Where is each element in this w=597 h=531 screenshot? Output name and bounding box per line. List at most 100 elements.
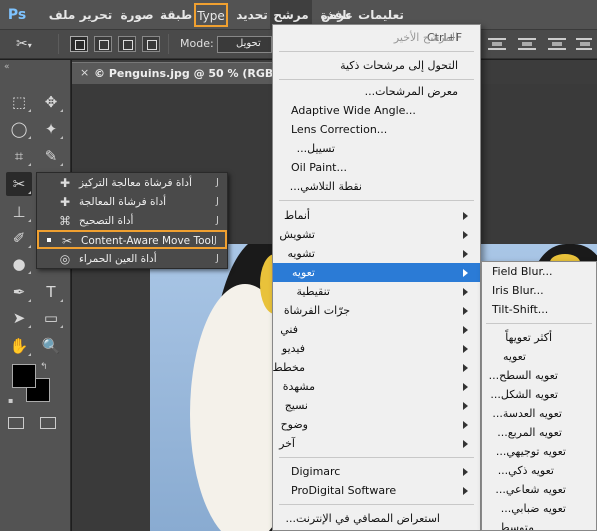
- submenu-arrow-icon: [463, 468, 468, 476]
- clone-stamp-tool-icon[interactable]: ⊥: [6, 200, 32, 224]
- filter-noise[interactable]: تشويش: [273, 225, 480, 244]
- spot-healing-brush-icon: ✚: [59, 176, 71, 190]
- filter-stylize[interactable]: مشهدة: [273, 377, 480, 396]
- filter-gallery[interactable]: معرض المرشحات...: [273, 82, 480, 101]
- filter-adaptive-wide-angle[interactable]: Adaptive Wide Angle...: [273, 101, 480, 120]
- filter-artistic[interactable]: فني: [273, 320, 480, 339]
- selected-bullet-icon: [47, 238, 51, 242]
- submenu-arrow-icon: [463, 212, 468, 220]
- document-title: © Penguins.jpg @ 50 % (RGB/8#): [94, 67, 300, 80]
- add-to-selection-icon[interactable]: [94, 36, 112, 52]
- menu-file[interactable]: ملف: [48, 0, 76, 30]
- filter-convert-smart[interactable]: التحول إلى مرشحات ذكية: [273, 56, 480, 75]
- blur-lens[interactable]: تعويه العدسة...: [482, 404, 596, 423]
- blur-field[interactable]: Field Blur...: [482, 262, 596, 281]
- move-tool-icon[interactable]: ✥: [38, 90, 64, 114]
- screen-mode-icon[interactable]: [40, 417, 56, 429]
- menu-layer[interactable]: طبقة: [160, 0, 192, 30]
- filter-blur[interactable]: تعويه: [273, 263, 480, 282]
- blur-tilt-shift[interactable]: Tilt-Shift...: [482, 300, 596, 319]
- filter-oil-paint[interactable]: Oil Paint...: [273, 158, 480, 177]
- magic-wand-tool-icon[interactable]: ✦: [38, 117, 64, 141]
- history-brush-tool-icon[interactable]: ✐: [6, 226, 32, 250]
- blur-basic[interactable]: تعويه: [482, 347, 596, 366]
- submenu-arrow-icon: [463, 231, 468, 239]
- foreground-color-swatch[interactable]: [12, 364, 36, 388]
- submenu-arrow-icon: [463, 440, 468, 448]
- filter-pixelate[interactable]: تنقيطية: [273, 282, 480, 301]
- filter-texture[interactable]: نسيج: [273, 396, 480, 415]
- crop-tool-icon[interactable]: ⌗: [6, 144, 32, 168]
- submenu-arrow-icon: [463, 345, 468, 353]
- mode-select[interactable]: تحويل: [217, 36, 272, 53]
- subtract-from-selection-icon[interactable]: [118, 36, 136, 52]
- flyout-item-spot-healing[interactable]: ✚ أداة فرشاة معالجة التركيز J: [37, 174, 227, 193]
- path-selection-tool-icon[interactable]: ➤: [6, 306, 32, 330]
- submenu-arrow-icon: [463, 326, 468, 334]
- filter-menu: Ctrl+F المرشح الأخير التحول إلى مرشحات ذ…: [272, 24, 481, 531]
- filter-browse-online[interactable]: استعراض المصافي في الإنترنت...: [273, 509, 480, 528]
- flyout-item-content-aware-move[interactable]: ✂ Content-Aware Move Tool J: [37, 230, 227, 249]
- rectangle-tool-icon[interactable]: ▭: [38, 306, 64, 330]
- tools-panel: « ⬚ ✥ ◯ ✦ ⌗ ✎ ✂ ⊥ ✐ ● ✒ T ➤ ▭ ✋ 🔍 ▪ ↰: [0, 60, 71, 531]
- flyout-item-patch[interactable]: ⌘ أداة التصحيح J: [37, 212, 227, 231]
- zoom-tool-icon[interactable]: 🔍: [38, 334, 64, 358]
- blur-gaussian[interactable]: تعويه ضبابي...: [482, 499, 596, 518]
- blur-average[interactable]: متوسط: [482, 518, 596, 530]
- blur-more[interactable]: أكثر تعويهاً: [482, 328, 596, 347]
- filter-sharpen[interactable]: وضوح: [273, 415, 480, 434]
- options-separator: [168, 34, 169, 54]
- filter-vanishing-point[interactable]: نقطة التلاشي...: [273, 177, 480, 196]
- blur-radial[interactable]: تعويه شعاعي...: [482, 480, 596, 499]
- filter-other[interactable]: آخر: [273, 434, 480, 453]
- filter-prodigital-software[interactable]: ProDigital Software: [273, 481, 480, 500]
- swap-colors-icon[interactable]: ↰: [40, 362, 48, 372]
- eyedropper-tool-icon[interactable]: ✎: [38, 144, 64, 168]
- panel-collapse-icon[interactable]: «: [4, 62, 10, 72]
- filter-last-filter[interactable]: Ctrl+F المرشح الأخير: [273, 28, 480, 47]
- align-left-icon[interactable]: [576, 38, 592, 50]
- hand-tool-icon[interactable]: ✋: [6, 334, 32, 358]
- menu-type[interactable]: Type: [194, 3, 228, 27]
- blur-box[interactable]: تعويه المربع...: [482, 423, 596, 442]
- align-bottom-icon[interactable]: [548, 38, 566, 50]
- align-middle-icon[interactable]: [518, 38, 536, 50]
- marquee-tool-icon[interactable]: ⬚: [6, 90, 32, 114]
- pen-tool-icon[interactable]: ✒: [6, 280, 32, 304]
- intersect-selection-icon[interactable]: [142, 36, 160, 52]
- menu-separator: [279, 200, 474, 201]
- healing-tools-flyout: ✚ أداة فرشاة معالجة التركيز J ✚ أداة فرش…: [36, 172, 228, 269]
- content-aware-move-icon[interactable]: ✂▾: [16, 35, 46, 53]
- filter-liquify[interactable]: تسييل...: [273, 139, 480, 158]
- submenu-arrow-icon: [463, 288, 468, 296]
- lasso-tool-icon[interactable]: ◯: [6, 117, 32, 141]
- filter-lens-correction[interactable]: Lens Correction...: [273, 120, 480, 139]
- flyout-item-red-eye[interactable]: ◎ أداة العين الحمراء J: [37, 250, 227, 269]
- blur-motion[interactable]: تعويه توجيهي...: [482, 442, 596, 461]
- filter-distort[interactable]: تشويه: [273, 244, 480, 263]
- close-tab-icon[interactable]: ×: [80, 66, 89, 79]
- default-colors-icon[interactable]: ▪: [8, 396, 13, 405]
- blur-smart[interactable]: تعويه ذكي...: [482, 461, 596, 480]
- type-tool-icon[interactable]: T: [38, 280, 64, 304]
- blur-tool-icon[interactable]: ●: [6, 252, 32, 276]
- menu-separator: [279, 79, 474, 80]
- content-aware-move-tool-icon[interactable]: ✂: [6, 172, 32, 196]
- blur-submenu: Field Blur... Iris Blur... Tilt-Shift...…: [481, 261, 597, 531]
- blur-iris[interactable]: Iris Blur...: [482, 281, 596, 300]
- align-top-icon[interactable]: [488, 38, 506, 50]
- quick-mask-icon[interactable]: [8, 417, 24, 429]
- filter-video[interactable]: فيديو: [273, 339, 480, 358]
- new-selection-icon[interactable]: [70, 36, 88, 52]
- filter-digimarc[interactable]: Digimarc: [273, 462, 480, 481]
- menu-edit[interactable]: تحرير: [78, 0, 114, 30]
- menu-select[interactable]: تحديد: [236, 0, 268, 30]
- filter-brush-strokes[interactable]: جرّات الفرشاة: [273, 301, 480, 320]
- blur-shape[interactable]: تعويه الشكل...: [482, 385, 596, 404]
- menu-image[interactable]: صورة: [118, 0, 156, 30]
- filter-patterns[interactable]: أنماط: [273, 206, 480, 225]
- flyout-item-healing-brush[interactable]: ✚ أداة فرشاة المعالجة J: [37, 193, 227, 212]
- blur-surface[interactable]: تعويه السطح...: [482, 366, 596, 385]
- submenu-arrow-icon: [463, 307, 468, 315]
- filter-sketch[interactable]: مخطط: [273, 358, 480, 377]
